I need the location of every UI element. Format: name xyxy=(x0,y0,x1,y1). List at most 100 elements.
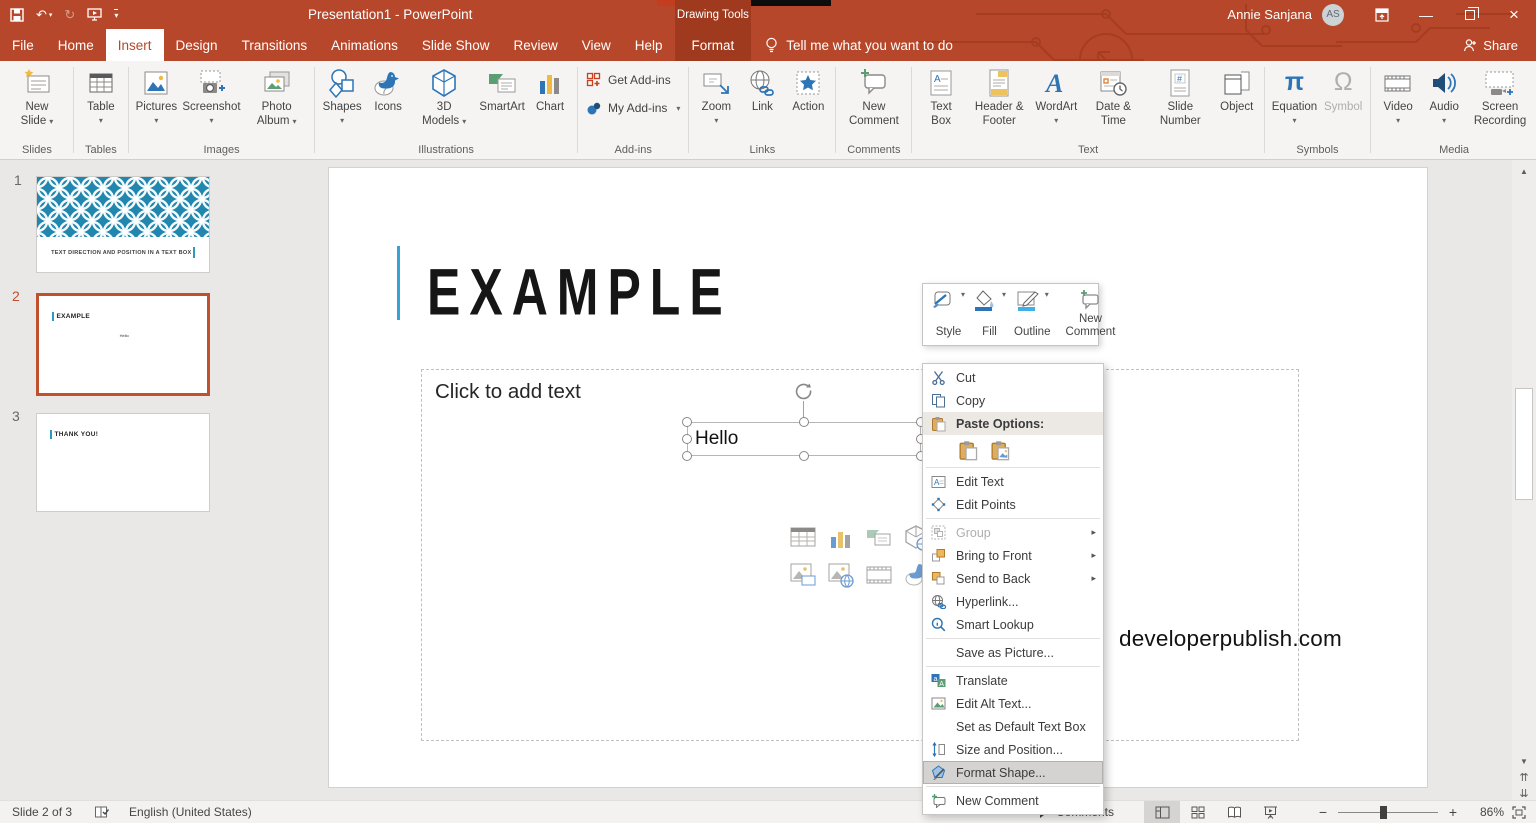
user-name[interactable]: Annie Sanjana xyxy=(1227,7,1312,22)
undo-button[interactable]: ↶ ▾ xyxy=(36,7,52,23)
my-add-ins-button[interactable]: My Add-ins ▾ xyxy=(586,100,680,116)
resize-handle-bottom-left[interactable] xyxy=(682,451,692,461)
get-add-ins-button[interactable]: Get Add-ins xyxy=(586,72,680,88)
icons-button[interactable]: Icons xyxy=(365,62,411,117)
fit-slide-button[interactable] xyxy=(1512,805,1526,819)
slide-thumbnail-1[interactable]: TEXT DIRECTION AND POSITION IN A TEXT BO… xyxy=(36,176,210,273)
slide-thumbnail-3[interactable]: THANK YOU! xyxy=(36,413,210,512)
menu-item-hyperlink[interactable]: Hyperlink... xyxy=(923,590,1103,613)
tab-transitions[interactable]: Transitions xyxy=(230,29,320,61)
restore-button[interactable] xyxy=(1448,0,1492,29)
tab-home[interactable]: Home xyxy=(46,29,106,61)
menu-item-send-to-back[interactable]: Send to Back ▸ xyxy=(923,567,1103,590)
slide-thumbnail-2[interactable]: EXAMPLE Hello xyxy=(36,293,210,396)
table-button[interactable]: Table ▾ xyxy=(78,62,124,127)
menu-item-save-as-picture[interactable]: Save as Picture... xyxy=(923,641,1103,664)
menu-item-size-and-position[interactable]: Size and Position... xyxy=(923,738,1103,761)
customize-qat-button[interactable]: ▾ xyxy=(114,9,119,20)
slide-sorter-view-button[interactable] xyxy=(1180,801,1216,823)
insert-chart-icon[interactable] xyxy=(828,525,854,551)
date-time-button[interactable]: Date & Time xyxy=(1080,62,1147,131)
new-slide-button[interactable]: New Slide ▾ xyxy=(5,62,69,131)
audio-button[interactable]: Audio ▾ xyxy=(1421,62,1467,127)
mini-new-comment-button[interactable]: New Comment xyxy=(1062,288,1118,341)
new-comment-button[interactable]: New Comment xyxy=(840,62,907,131)
smartart-button[interactable]: SmartArt xyxy=(477,62,527,117)
menu-item-set-default-text-box[interactable]: Set as Default Text Box xyxy=(923,715,1103,738)
menu-item-cut[interactable]: Cut xyxy=(923,366,1103,389)
minimize-button[interactable]: — xyxy=(1404,0,1448,29)
insert-table-icon[interactable] xyxy=(790,525,816,551)
zoom-slider-thumb[interactable] xyxy=(1380,805,1387,819)
scrollbar-thumb[interactable] xyxy=(1515,388,1533,500)
menu-item-new-comment[interactable]: New Comment xyxy=(923,789,1103,812)
ribbon-display-options-button[interactable] xyxy=(1360,0,1404,29)
insert-smartart-icon[interactable] xyxy=(866,525,892,551)
menu-item-edit-alt-text[interactable]: Edit Alt Text... xyxy=(923,692,1103,715)
tab-help[interactable]: Help xyxy=(623,29,675,61)
menu-item-format-shape[interactable]: Format Shape... xyxy=(923,761,1103,784)
3d-models-button[interactable]: 3D Models ▾ xyxy=(411,62,477,131)
symbol-button[interactable]: Ω Symbol xyxy=(1320,62,1366,117)
insert-stock-images-icon[interactable] xyxy=(790,562,816,588)
tab-slide-show[interactable]: Slide Show xyxy=(410,29,502,61)
tab-format[interactable]: Format xyxy=(692,38,735,53)
menu-item-edit-text[interactable]: A Edit Text xyxy=(923,470,1103,493)
tab-design[interactable]: Design xyxy=(164,29,230,61)
normal-view-button[interactable] xyxy=(1144,801,1180,823)
outline-button[interactable]: ▾ Outline xyxy=(1010,288,1054,341)
zoom-slider[interactable] xyxy=(1338,805,1438,819)
redo-button[interactable]: ↻ xyxy=(64,7,75,23)
save-button[interactable] xyxy=(10,7,24,22)
header-footer-button[interactable]: Header & Footer xyxy=(966,62,1033,131)
tab-review[interactable]: Review xyxy=(501,29,569,61)
tab-animations[interactable]: Animations xyxy=(319,29,410,61)
equation-button[interactable]: π Equation ▾ xyxy=(1269,62,1320,127)
menu-item-translate[interactable]: aA Translate xyxy=(923,669,1103,692)
tab-file[interactable]: File xyxy=(0,29,46,61)
zoom-button[interactable]: Zoom ▾ xyxy=(693,62,739,127)
object-button[interactable]: Object xyxy=(1214,62,1260,117)
action-button[interactable]: Action xyxy=(785,62,831,117)
menu-item-group[interactable]: Group ▸ xyxy=(923,521,1103,544)
tab-insert[interactable]: Insert xyxy=(105,29,164,61)
slide-editing-area[interactable]: EXAMPLE Click to add text Hello develope… xyxy=(328,167,1428,788)
tell-me-box[interactable]: Tell me what you want to do xyxy=(765,29,953,61)
menu-item-edit-points[interactable]: Edit Points xyxy=(923,493,1103,516)
spell-check-button[interactable] xyxy=(94,805,110,819)
rotate-handle[interactable] xyxy=(794,381,813,400)
language-indicator[interactable]: English (United States) xyxy=(129,805,252,819)
menu-item-bring-to-front[interactable]: Bring to Front ▸ xyxy=(923,544,1103,567)
zoom-level[interactable]: 86% xyxy=(1464,805,1504,819)
fill-button[interactable]: ▾ Fill xyxy=(969,288,1010,341)
text-box-button[interactable]: A Text Box xyxy=(916,62,965,131)
slide-indicator[interactable]: Slide 2 of 3 xyxy=(12,805,72,819)
menu-item-smart-lookup[interactable]: Smart Lookup xyxy=(923,613,1103,636)
wordart-button[interactable]: A WordArt ▾ xyxy=(1033,62,1080,127)
photo-album-button[interactable]: Photo Album ▾ xyxy=(243,62,310,131)
share-button[interactable]: Share xyxy=(1463,29,1536,61)
insert-online-pictures-icon[interactable] xyxy=(828,562,854,588)
slide-show-button[interactable] xyxy=(1252,801,1288,823)
close-button[interactable]: × xyxy=(1492,0,1536,29)
resize-handle-middle-left[interactable] xyxy=(682,434,692,444)
style-button[interactable]: ▾ Style xyxy=(928,288,969,341)
screen-recording-button[interactable]: Screen Recording xyxy=(1467,62,1533,131)
shapes-button[interactable]: Shapes ▾ xyxy=(319,62,365,127)
zoom-out-button[interactable]: − xyxy=(1312,804,1334,820)
start-from-beginning-button[interactable] xyxy=(87,8,102,21)
link-button[interactable]: Link xyxy=(739,62,785,117)
reading-view-button[interactable] xyxy=(1216,801,1252,823)
resize-handle-bottom-center[interactable] xyxy=(799,451,809,461)
screenshot-button[interactable]: Screenshot ▾ xyxy=(180,62,243,127)
resize-handle-top-left[interactable] xyxy=(682,417,692,427)
paste-picture-button[interactable] xyxy=(988,438,1012,462)
resize-handle-top-center[interactable] xyxy=(799,417,809,427)
video-button[interactable]: Video ▾ xyxy=(1375,62,1421,127)
slide-title[interactable]: EXAMPLE xyxy=(427,254,732,331)
pictures-button[interactable]: Pictures ▾ xyxy=(133,62,180,127)
scroll-up-button[interactable]: ▲ xyxy=(1512,162,1536,180)
zoom-in-button[interactable]: + xyxy=(1442,804,1464,820)
slide-number-button[interactable]: # Slide Number xyxy=(1147,62,1214,131)
avatar[interactable]: AS xyxy=(1322,3,1344,26)
